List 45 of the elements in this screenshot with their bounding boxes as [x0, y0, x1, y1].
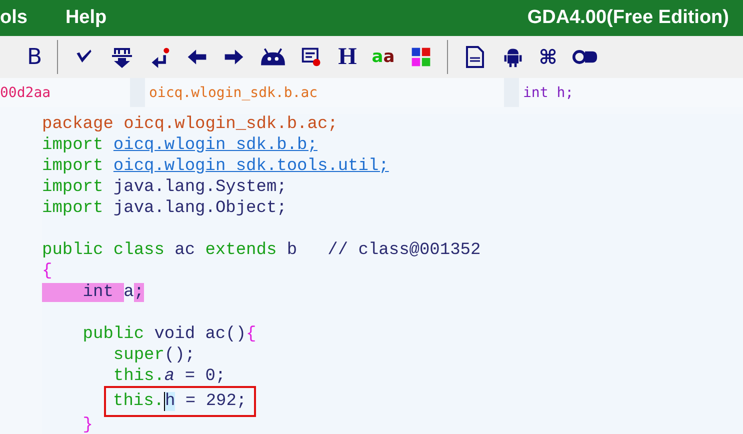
app-title: GDA4.00(Free Edition) [527, 7, 729, 29]
case-button[interactable]: aa [372, 47, 395, 67]
down-arrow-icon[interactable] [110, 45, 134, 69]
address-field[interactable]: 00d2aa [0, 78, 130, 107]
heading-button[interactable]: H [338, 44, 357, 70]
menu-item[interactable]: Help [65, 7, 107, 29]
code-text: b // class@001352 [286, 241, 481, 260]
package-statement: package oicq.wlogin_sdk.b.ac; [42, 115, 338, 134]
code-keyword: import [42, 136, 104, 155]
menu-item[interactable]: ols [0, 7, 28, 29]
field-name: h [164, 392, 176, 411]
member-field[interactable]: int h; [519, 78, 743, 107]
android-icon[interactable] [502, 46, 524, 68]
code-text: int [42, 283, 124, 302]
code-keyword: public class [42, 241, 166, 260]
brace: { [42, 262, 52, 281]
code-keyword: import [42, 199, 104, 218]
field-name: a [164, 367, 175, 386]
brace: } [82, 416, 94, 434]
robot-head-icon[interactable] [260, 46, 286, 68]
code-text: java.lang.System; [113, 178, 287, 197]
code-text: ; [134, 283, 144, 302]
toggle-icon[interactable] [572, 47, 598, 67]
code-text: java.lang.Object; [113, 199, 287, 218]
code-text: = 0; [184, 367, 226, 386]
bold-button[interactable]: B [27, 44, 42, 70]
code-keyword: this. [113, 392, 164, 411]
brace: { [246, 325, 256, 344]
command-button[interactable]: ⌘ [538, 45, 558, 69]
code-text: a [124, 283, 134, 302]
code-keyword: extends [205, 241, 278, 260]
return-arrow-icon[interactable] [149, 46, 172, 68]
code-text: ac [174, 241, 196, 260]
code-text: = 292; [184, 392, 247, 411]
import-link[interactable]: oicq.wlogin sdk.tools.util; [113, 157, 389, 176]
code-keyword: import [42, 157, 104, 176]
code-text: void ac() [154, 325, 246, 344]
color-grid-icon[interactable] [410, 46, 432, 68]
code-keyword: this. [112, 367, 164, 386]
import-link[interactable]: oicq.wlogin sdk.b.b; [113, 136, 318, 155]
code-keyword: import [42, 178, 104, 197]
code-text: (); [164, 346, 196, 365]
code-keyword: public [82, 325, 146, 344]
class-path-field[interactable]: oicq.wlogin_sdk.b.ac [145, 78, 504, 107]
code-keyword: super [112, 346, 164, 365]
